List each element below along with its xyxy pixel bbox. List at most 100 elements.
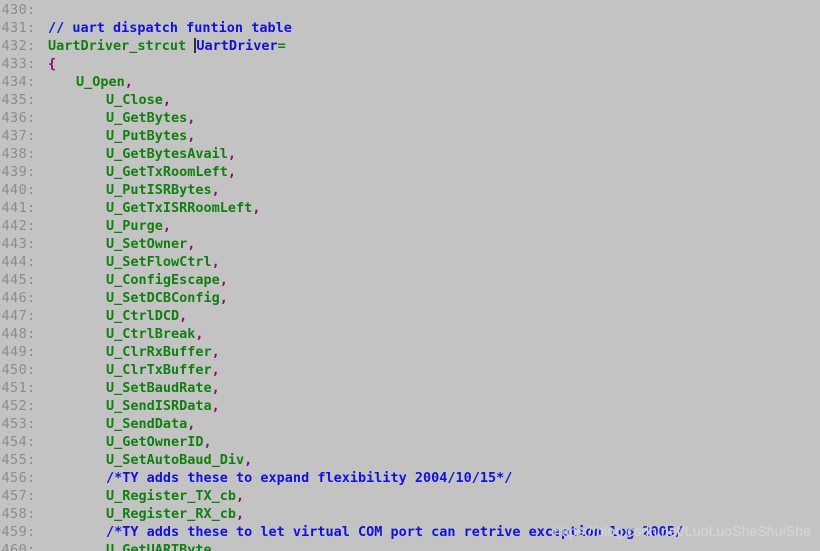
- line-number: 5444:: [0, 254, 36, 270]
- line-number: 5438:: [0, 146, 36, 162]
- token-func: U_CtrlBreak: [106, 326, 196, 342]
- token-func: U_SendISRData: [106, 398, 212, 414]
- token-punct: ,: [227, 146, 237, 162]
- code-line[interactable]: 5430:: [0, 1, 683, 19]
- token-op: =: [277, 38, 286, 54]
- code-line-text: U_Purge,: [48, 218, 171, 234]
- token-punct: ,: [195, 326, 204, 342]
- code-line[interactable]: 5441: U_GetTxISRRoomLeft,: [0, 199, 683, 217]
- code-line-text: U_SetOwner,: [48, 236, 195, 252]
- token-punct: ,: [211, 344, 220, 360]
- token-punct: ,: [211, 398, 220, 414]
- token-func: U_GetTxRoomLeft: [106, 164, 228, 180]
- code-line-text: U_GetUARTByte,: [48, 542, 220, 551]
- line-number: 5446:: [0, 290, 36, 306]
- token-func: U_ClrRxBuffer: [106, 344, 212, 360]
- code-line-text: U_SetAutoBaud_Div,: [48, 452, 252, 468]
- code-line-text: {: [48, 56, 56, 72]
- code-line[interactable]: 5431: // uart dispatch funtion table: [0, 19, 683, 37]
- token-punct: ,: [211, 362, 220, 378]
- code-line[interactable]: 5454: U_GetOwnerID,: [0, 433, 683, 451]
- code-line-text: U_SetFlowCtrl,: [48, 254, 220, 270]
- token-func: U_Close: [106, 92, 163, 108]
- code-line-text: U_CtrlBreak,: [48, 326, 204, 342]
- code-line[interactable]: 5451: U_SetBaudRate,: [0, 379, 683, 397]
- code-line[interactable]: 5456: /*TY adds these to expand flexibili…: [0, 469, 683, 487]
- token-ident: UartDriver: [196, 38, 278, 54]
- line-number: 5447:: [0, 308, 36, 324]
- line-number: 5454:: [0, 434, 36, 450]
- line-number: 5430:: [0, 2, 36, 18]
- code-line-text: U_SendData,: [48, 416, 195, 432]
- code-line-text: U_SendISRData,: [48, 398, 220, 414]
- token-punct: ,: [162, 218, 172, 234]
- token-punct: ,: [211, 380, 220, 396]
- code-line[interactable]: 5444: U_SetFlowCtrl,: [0, 253, 683, 271]
- code-line[interactable]: 5455: U_SetAutoBaud_Div,: [0, 451, 683, 469]
- code-line-text: /*TY adds these to expand flexibility 20…: [48, 470, 512, 486]
- code-line[interactable]: 5452: U_SendISRData,: [0, 397, 683, 415]
- code-line[interactable]: 5458: U_Register_RX_cb,: [0, 505, 683, 523]
- code-line[interactable]: 5446: U_SetDCBConfig,: [0, 289, 683, 307]
- code-line[interactable]: 5460: U_GetUARTByte,: [0, 541, 683, 551]
- token-punct: ,: [211, 542, 220, 551]
- code-line[interactable]: 5437: U_PutBytes,: [0, 127, 683, 145]
- code-line-text: U_Close,: [48, 92, 171, 108]
- code-line[interactable]: 5457: U_Register_TX_cb,: [0, 487, 683, 505]
- code-line-text: // uart dispatch funtion table: [48, 20, 292, 36]
- token-punct: ,: [252, 200, 261, 216]
- token-comment: /*TY adds these to expand flexibility 20…: [106, 470, 513, 486]
- token-punct: ,: [236, 506, 245, 522]
- code-line-text: U_GetBytesAvail,: [48, 146, 236, 162]
- line-number: 5449:: [0, 344, 36, 360]
- line-number: 5452:: [0, 398, 36, 414]
- token-func: U_GetBytes: [106, 110, 188, 126]
- line-number: 5435:: [0, 92, 36, 108]
- code-line[interactable]: 5447: U_CtrlDCD,: [0, 307, 683, 325]
- code-line-text: U_Register_TX_cb,: [48, 488, 244, 504]
- code-line[interactable]: 5435: U_Close,: [0, 91, 683, 109]
- code-line[interactable]: 5438: U_GetBytesAvail,: [0, 145, 683, 163]
- code-line[interactable]: 5440: U_PutISRBytes,: [0, 181, 683, 199]
- token-punct: ,: [211, 254, 220, 270]
- token-punct: ,: [187, 236, 196, 252]
- code-line[interactable]: 5439: U_GetTxRoomLeft,: [0, 163, 683, 181]
- code-line-text: U_GetTxRoomLeft,: [48, 164, 236, 180]
- line-number: 5432:: [0, 38, 36, 54]
- code-lines-container[interactable]: 5430: 5431: // uart dispatch funtion table…: [0, 0, 683, 551]
- token-brace: {: [48, 56, 57, 72]
- code-line[interactable]: 5448: U_CtrlBreak,: [0, 325, 683, 343]
- token-punct: ,: [203, 434, 212, 450]
- code-line-text: U_ConfigEscape,: [48, 272, 228, 288]
- line-number: 5439:: [0, 164, 36, 180]
- code-line[interactable]: 5453: U_SendData,: [0, 415, 683, 433]
- line-number: 5443:: [0, 236, 36, 252]
- token-func: U_PutBytes: [106, 128, 188, 144]
- token-comment: // uart dispatch funtion table: [48, 20, 292, 36]
- line-number: 5451:: [0, 380, 36, 396]
- code-line[interactable]: 5449: U_ClrRxBuffer,: [0, 343, 683, 361]
- code-line[interactable]: 5432: UartDriver_strcut UartDriver=: [0, 37, 683, 55]
- token-func: U_GetUARTByte: [106, 542, 212, 551]
- line-number: 5459:: [0, 524, 36, 540]
- code-line-text: U_GetTxISRRoomLeft,: [48, 200, 260, 216]
- code-line[interactable]: 5433: {: [0, 55, 683, 73]
- token-func: U_Register_TX_cb: [106, 488, 237, 504]
- code-line-text: U_PutISRBytes,: [48, 182, 220, 198]
- code-line-text: U_ClrRxBuffer,: [48, 344, 220, 360]
- code-line[interactable]: 5434: U_Open,: [0, 73, 683, 91]
- token-punct: ,: [219, 290, 228, 306]
- token-func: U_Purge: [106, 218, 163, 234]
- token-func: U_Register_RX_cb: [106, 506, 237, 522]
- token-func: U_SetFlowCtrl: [106, 254, 212, 270]
- token-func: U_GetBytesAvail: [106, 146, 228, 162]
- code-line[interactable]: 5450: U_ClrTxBuffer,: [0, 361, 683, 379]
- line-number: 5440:: [0, 182, 36, 198]
- code-line[interactable]: 5445: U_ConfigEscape,: [0, 271, 683, 289]
- token-punct: ,: [187, 128, 196, 144]
- code-editor[interactable]: 5430: 5431: // uart dispatch funtion table…: [0, 0, 820, 551]
- code-line[interactable]: 5443: U_SetOwner,: [0, 235, 683, 253]
- code-line[interactable]: 5442: U_Purge,: [0, 217, 683, 235]
- code-line[interactable]: 5436: U_GetBytes,: [0, 109, 683, 127]
- token-punct: ,: [162, 92, 172, 108]
